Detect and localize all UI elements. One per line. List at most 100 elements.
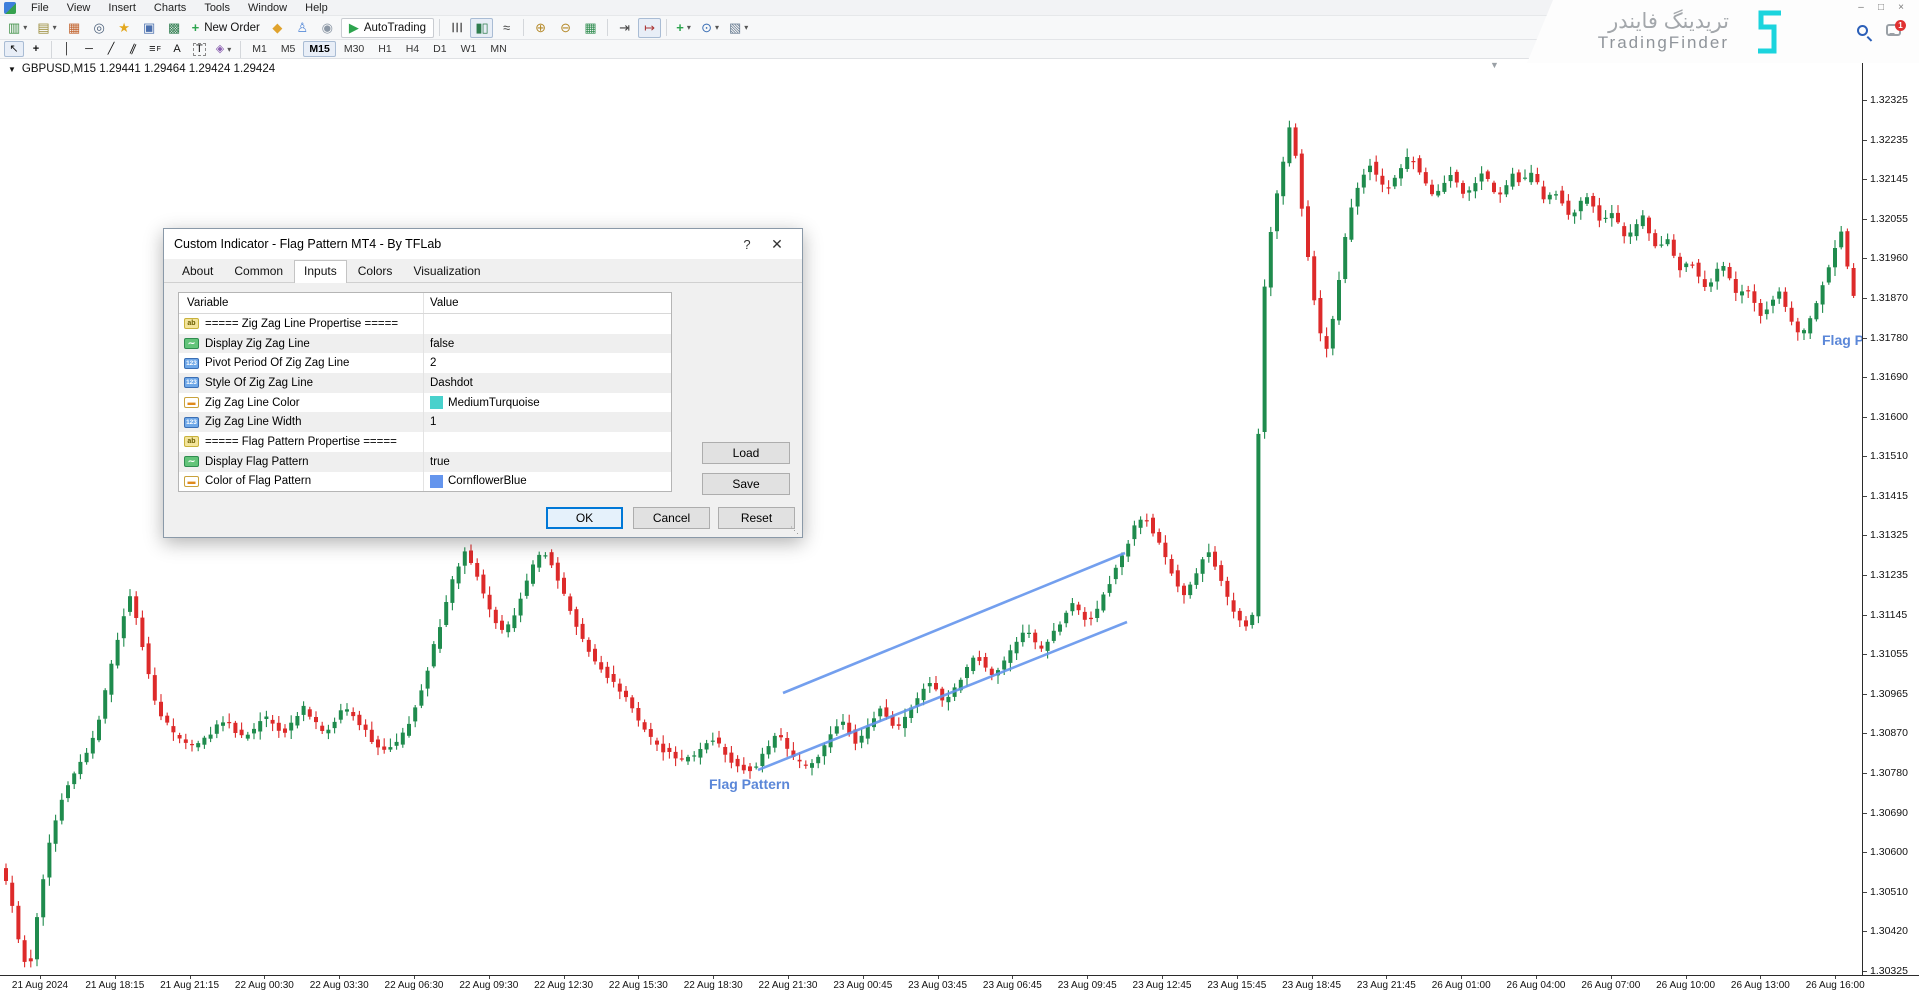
input-row[interactable]: 123Style Of Zig Zag LineDashdot xyxy=(179,373,671,393)
input-row[interactable]: ∼Display Flag Patterntrue xyxy=(179,452,671,472)
chevron-down-icon[interactable]: ▾ xyxy=(53,23,57,32)
autotrading-button[interactable]: ▶AutoTrading xyxy=(341,18,434,38)
input-row[interactable]: ▬Color of Flag PatternCornflowerBlue xyxy=(179,472,671,492)
menu-insert[interactable]: Insert xyxy=(99,1,145,15)
new-order-button[interactable]: +New Order xyxy=(188,18,264,38)
timeframe-m15[interactable]: M15 xyxy=(303,41,335,57)
data-window-button[interactable]: ◎ xyxy=(88,18,111,38)
tab-colors[interactable]: Colors xyxy=(348,260,403,282)
arrows-button[interactable]: ◈▾ xyxy=(212,41,235,57)
restore-button[interactable]: □ xyxy=(1873,2,1889,13)
periods-button[interactable]: ⊙▾ xyxy=(697,18,723,38)
time-axis[interactable]: 21 Aug 202421 Aug 18:1521 Aug 21:1522 Au… xyxy=(0,975,1919,996)
timeframe-h4[interactable]: H4 xyxy=(400,41,425,57)
text-label-button[interactable]: T xyxy=(189,41,210,57)
input-row[interactable]: ∼Display Zig Zag Linefalse xyxy=(179,334,671,354)
text-button[interactable]: A xyxy=(167,41,187,57)
timeframe-mn[interactable]: MN xyxy=(484,41,512,57)
crosshair-button[interactable]: + xyxy=(26,41,46,57)
minimize-button[interactable]: – xyxy=(1853,2,1869,13)
input-row[interactable]: 123Pivot Period Of Zig Zag Line2 xyxy=(179,353,671,373)
close-icon[interactable]: ✕ xyxy=(762,236,792,253)
menu-tools[interactable]: Tools xyxy=(195,1,239,15)
chevron-down-icon[interactable]: ▾ xyxy=(23,23,27,32)
auto-scroll-button[interactable]: ⇥ xyxy=(613,18,636,38)
strategy-tester-button[interactable]: ▩ xyxy=(163,18,186,38)
navigator-button[interactable]: ★ xyxy=(113,18,136,38)
terminal-button[interactable]: ▣ xyxy=(138,18,161,38)
reset-button[interactable]: Reset xyxy=(718,507,795,529)
price-axis-label: 1.30780 xyxy=(1870,767,1919,779)
tab-common[interactable]: Common xyxy=(224,260,293,282)
chevron-down-icon[interactable]: ▾ xyxy=(715,23,719,32)
value-cell[interactable] xyxy=(424,314,671,334)
zoom-in-button[interactable]: ⊕ xyxy=(529,18,552,38)
experts-button[interactable]: ♙ xyxy=(291,18,314,38)
indicators-button[interactable]: +▾ xyxy=(672,18,695,38)
load-button[interactable]: Load xyxy=(702,442,790,464)
input-row[interactable]: ▬Zig Zag Line ColorMediumTurquoise xyxy=(179,393,671,413)
cursor-button[interactable]: ↖ xyxy=(4,41,24,57)
help-button[interactable]: ? xyxy=(732,237,762,252)
notifications-icon[interactable]: 1 xyxy=(1886,24,1901,36)
input-row[interactable]: ab===== Zig Zag Line Propertise ===== xyxy=(179,314,671,334)
value-cell[interactable]: MediumTurquoise xyxy=(424,393,671,413)
variable-name: ===== Zig Zag Line Propertise ===== xyxy=(205,318,398,330)
timeframe-w1[interactable]: W1 xyxy=(455,41,483,57)
tab-inputs[interactable]: Inputs xyxy=(294,260,347,283)
market-watch-button[interactable]: ▦ xyxy=(63,18,86,38)
timeframe-d1[interactable]: D1 xyxy=(427,41,452,57)
save-button[interactable]: Save xyxy=(702,473,790,495)
timeframe-m1[interactable]: M1 xyxy=(246,41,273,57)
value-cell[interactable]: CornflowerBlue xyxy=(424,472,671,492)
close-button[interactable]: × xyxy=(1893,2,1909,13)
menu-view[interactable]: View xyxy=(58,1,100,15)
trend-line-button[interactable]: ╱ xyxy=(101,41,121,57)
input-row[interactable]: ab===== Flag Pattern Propertise ===== xyxy=(179,432,671,452)
value-cell[interactable]: 2 xyxy=(424,353,671,373)
cancel-button[interactable]: Cancel xyxy=(633,507,710,529)
input-row[interactable]: 123Zig Zag Line Width1 xyxy=(179,412,671,432)
chevron-down-icon[interactable]: ▾ xyxy=(687,23,691,32)
new-chart-button[interactable]: ▥▾ xyxy=(4,18,31,38)
fibonacci-button[interactable]: ≡F xyxy=(145,41,165,57)
line-chart-button[interactable]: ≈ xyxy=(495,18,518,38)
tab-visualization[interactable]: Visualization xyxy=(403,260,490,282)
horizontal-line-button[interactable]: ─ xyxy=(79,41,99,57)
tab-about[interactable]: About xyxy=(172,260,223,282)
timeframe-h1[interactable]: H1 xyxy=(372,41,397,57)
chevron-down-icon[interactable]: ▾ xyxy=(227,45,231,54)
variable-cell: ▬Zig Zag Line Color xyxy=(179,393,424,413)
menu-charts[interactable]: Charts xyxy=(145,1,195,15)
value-cell[interactable]: true xyxy=(424,452,671,472)
vertical-line-button[interactable]: │ xyxy=(57,41,77,57)
value-cell[interactable] xyxy=(424,432,671,452)
value-cell[interactable]: 1 xyxy=(424,412,671,432)
menu-help[interactable]: Help xyxy=(296,1,337,15)
price-axis[interactable]: 1.323251.322351.321451.320551.319601.318… xyxy=(1862,59,1919,975)
resize-grip[interactable]: ⋱ xyxy=(790,525,799,536)
menu-file[interactable]: File xyxy=(22,1,58,15)
bar-chart-button[interactable]: ☰ xyxy=(445,18,468,38)
value-cell[interactable]: false xyxy=(424,334,671,354)
chart-shift-button[interactable]: ↦ xyxy=(638,18,661,38)
menu-window[interactable]: Window xyxy=(239,1,296,15)
alerts-button[interactable]: ◉ xyxy=(316,18,339,38)
candlestick-chart-button[interactable]: ▮▯ xyxy=(470,18,493,38)
time-axis-tick xyxy=(788,976,789,979)
search-icon[interactable] xyxy=(1857,25,1868,36)
profiles-button[interactable]: ▤▾ xyxy=(33,18,60,38)
zoom-out-button[interactable]: ⊖ xyxy=(554,18,577,38)
equidistant-channel-button[interactable]: ∥ xyxy=(123,41,143,57)
metaeditor-button[interactable]: ◆ xyxy=(266,18,289,38)
chart-shift-marker[interactable]: ▼ xyxy=(1490,60,1499,70)
dialog-title-bar[interactable]: Custom Indicator - Flag Pattern MT4 - By… xyxy=(164,229,802,259)
tile-windows-button[interactable]: ▦ xyxy=(579,18,602,38)
value-cell[interactable]: Dashdot xyxy=(424,373,671,393)
ok-button[interactable]: OK xyxy=(546,507,623,529)
templates-button[interactable]: ▧▾ xyxy=(725,18,752,38)
chevron-down-icon[interactable]: ▾ xyxy=(744,23,748,32)
timeframe-m30[interactable]: M30 xyxy=(338,41,370,57)
timeframe-m5[interactable]: M5 xyxy=(275,41,302,57)
one-click-trading-toggle[interactable]: ▼ xyxy=(8,65,16,74)
